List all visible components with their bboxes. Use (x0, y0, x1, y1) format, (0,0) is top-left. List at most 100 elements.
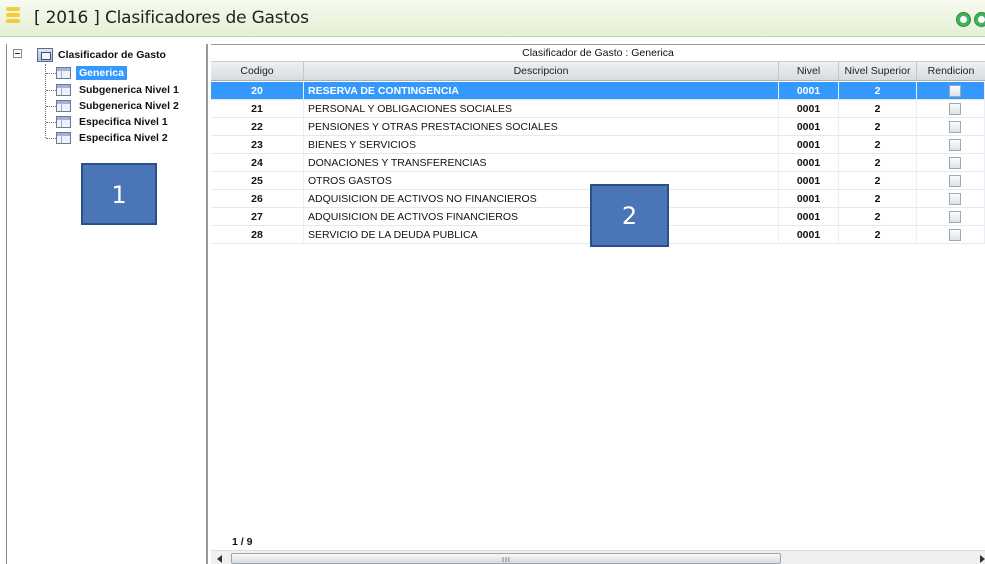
tree-root-icon (37, 48, 53, 62)
descripcion-cell: BIENES Y SERVICIOS (304, 136, 779, 154)
descripcion-cell: SERVICIO DE LA DEUDA PUBLICA (304, 226, 779, 244)
tree-root-label: Clasificador de Gasto (58, 49, 166, 61)
rendicion-checkbox[interactable] (949, 211, 961, 223)
rendicion-cell (917, 118, 985, 136)
nivel-superior-cell: 2 (839, 190, 917, 208)
tree-guide-line (46, 122, 56, 123)
window-title: [ 2016 ] Clasificadores de Gastos (34, 8, 309, 28)
column-header-descripcion[interactable]: Descripcion (304, 62, 779, 81)
nivel-superior-cell: 2 (839, 172, 917, 190)
table-icon (56, 84, 71, 96)
codigo-cell: 25 (211, 172, 304, 190)
rendicion-checkbox[interactable] (949, 103, 961, 115)
rendicion-checkbox[interactable] (949, 139, 961, 151)
codigo-cell: 28 (211, 226, 304, 244)
rendicion-cell (917, 154, 985, 172)
tree-root[interactable]: Clasificador de Gasto (10, 44, 208, 62)
tree-item-especifica-nivel-2[interactable]: Especifica Nivel 2 (76, 131, 171, 145)
nivel-cell: 0001 (779, 118, 839, 136)
codigo-cell: 21 (211, 100, 304, 118)
column-header-rendicion[interactable]: Rendicion (917, 62, 985, 81)
nivel-cell: 0001 (779, 208, 839, 226)
rendicion-checkbox[interactable] (949, 121, 961, 133)
column-header-nivel-superior[interactable]: Nivel Superior (839, 62, 917, 81)
rendicion-checkbox[interactable] (949, 157, 961, 169)
nivel-cell: 0001 (779, 190, 839, 208)
nivel-cell: 0001 (779, 82, 839, 100)
descripcion-cell: DONACIONES Y TRANSFERENCIAS (304, 154, 779, 172)
nivel-superior-cell: 2 (839, 136, 917, 154)
rendicion-cell (917, 82, 985, 100)
tree-guide-line (46, 90, 56, 91)
nivel-superior-cell: 2 (839, 100, 917, 118)
descripcion-cell: PENSIONES Y OTRAS PRESTACIONES SOCIALES (304, 118, 779, 136)
rendicion-cell (917, 226, 985, 244)
page-indicator: 1 / 9 (232, 536, 253, 548)
nivel-superior-cell: 2 (839, 118, 917, 136)
grid-caption: Clasificador de Gasto : Generica (211, 45, 985, 62)
table-icon (56, 100, 71, 112)
codigo-cell: 22 (211, 118, 304, 136)
annotation-badge-1: 1 (81, 163, 157, 225)
rendicion-cell (917, 172, 985, 190)
nivel-superior-cell: 2 (839, 154, 917, 172)
rendicion-cell (917, 208, 985, 226)
collapse-expander-icon[interactable] (13, 49, 22, 58)
nivel-cell: 0001 (779, 100, 839, 118)
descripcion-cell: RESERVA DE CONTINGENCIA (304, 82, 779, 100)
codigo-cell: 27 (211, 208, 304, 226)
classifier-tree-panel: Clasificador de Gasto Generica Subgeneri… (10, 44, 208, 564)
codigo-cell: 26 (211, 190, 304, 208)
table-row[interactable]: 23 BIENES Y SERVICIOS 0001 2 (211, 136, 985, 154)
scrollbar-thumb[interactable]: III (231, 553, 781, 564)
nivel-cell: 0001 (779, 136, 839, 154)
annotation-badge-2: 2 (590, 184, 669, 247)
close-circle-icon[interactable] (974, 12, 985, 27)
rendicion-checkbox[interactable] (949, 85, 961, 97)
tree-item-generica[interactable]: Generica (76, 66, 127, 80)
scroll-grip: III (502, 557, 511, 564)
minimize-circle-icon[interactable] (956, 12, 971, 27)
codigo-cell: 24 (211, 154, 304, 172)
rendicion-checkbox[interactable] (949, 229, 961, 241)
tree-item-subgenerica-nivel-1[interactable]: Subgenerica Nivel 1 (76, 83, 182, 97)
rendicion-cell (917, 100, 985, 118)
descripcion-cell: OTROS GASTOS (304, 172, 779, 190)
horizontal-scrollbar[interactable]: III (211, 550, 985, 564)
nivel-cell: 0001 (779, 172, 839, 190)
table-icon (56, 132, 71, 144)
codigo-cell: 20 (211, 82, 304, 100)
table-icon (56, 116, 71, 128)
tree-item-subgenerica-nivel-2[interactable]: Subgenerica Nivel 2 (76, 99, 182, 113)
column-header-nivel[interactable]: Nivel (779, 62, 839, 81)
window-frame-border (6, 44, 7, 564)
tree-guide-line (46, 138, 56, 139)
grid-header: Codigo Descripcion Nivel Nivel Superior … (211, 62, 985, 81)
nivel-cell: 0001 (779, 226, 839, 244)
tree-item-especifica-nivel-1[interactable]: Especifica Nivel 1 (76, 115, 171, 129)
hamburger-icon[interactable] (6, 7, 20, 27)
table-row[interactable]: 24 DONACIONES Y TRANSFERENCIAS 0001 2 (211, 154, 985, 172)
table-row[interactable]: 22 PENSIONES Y OTRAS PRESTACIONES SOCIALE… (211, 118, 985, 136)
nivel-superior-cell: 2 (839, 82, 917, 100)
rendicion-checkbox[interactable] (949, 175, 961, 187)
rendicion-checkbox[interactable] (949, 193, 961, 205)
scroll-right-arrow-icon[interactable] (980, 555, 985, 563)
codigo-cell: 23 (211, 136, 304, 154)
table-icon (56, 67, 71, 79)
descripcion-cell: ADQUISICION DE ACTIVOS FINANCIEROS (304, 208, 779, 226)
descripcion-cell: ADQUISICION DE ACTIVOS NO FINANCIEROS (304, 190, 779, 208)
table-row[interactable]: 21 PERSONAL Y OBLIGACIONES SOCIALES 0001 2 (211, 100, 985, 118)
nivel-superior-cell: 2 (839, 208, 917, 226)
scroll-left-arrow-icon[interactable] (217, 555, 222, 563)
tree-guide-line (46, 106, 56, 107)
table-row[interactable]: 20 RESERVA DE CONTINGENCIA 0001 2 (211, 82, 985, 100)
nivel-superior-cell: 2 (839, 226, 917, 244)
rendicion-cell (917, 190, 985, 208)
classifier-grid-panel: Clasificador de Gasto : Generica Codigo … (211, 44, 985, 564)
nivel-cell: 0001 (779, 154, 839, 172)
tree-guide-line (45, 64, 46, 138)
column-header-codigo[interactable]: Codigo (211, 62, 304, 81)
window-titlebar: [ 2016 ] Clasificadores de Gastos (0, 0, 985, 37)
rendicion-cell (917, 136, 985, 154)
